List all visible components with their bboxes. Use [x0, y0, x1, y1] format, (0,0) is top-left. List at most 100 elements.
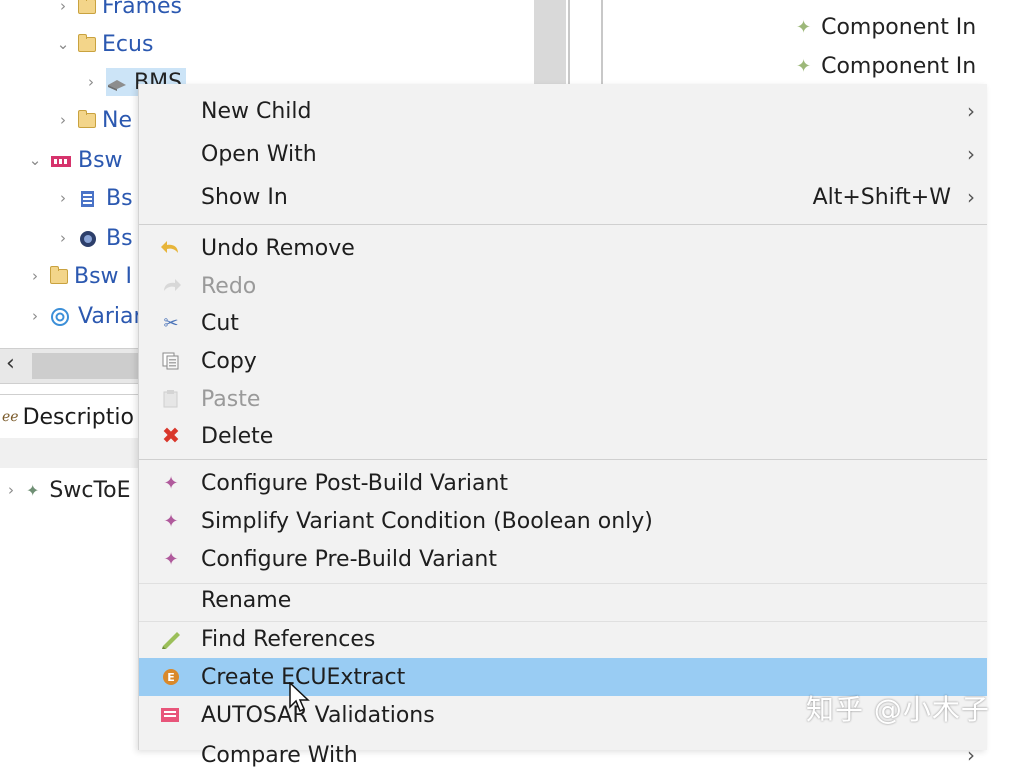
menu-item-undo-remove[interactable]: Undo Remove: [139, 229, 987, 267]
chevron-right-icon[interactable]: ›: [56, 111, 70, 129]
watermark: 知乎 @小木子: [806, 693, 990, 726]
tree-item-label: Bsw: [78, 147, 123, 173]
scrollbar-thumb[interactable]: [32, 353, 138, 379]
menu-item-label: Redo: [201, 273, 257, 299]
svg-text:E: E: [167, 671, 175, 684]
redo-icon: [159, 274, 183, 298]
menu-item-show-in[interactable]: Show In Alt+Shift+W ›: [139, 178, 987, 216]
menu-item-label: Configure Pre-Build Variant: [201, 546, 498, 572]
right-list-item-label: Component In: [821, 53, 977, 79]
variant-star-icon: ✦: [163, 472, 179, 494]
menu-item-new-child[interactable]: New Child ›: [139, 92, 987, 130]
chevron-right-icon[interactable]: ›: [56, 189, 70, 207]
menu-item-label: Delete: [201, 423, 274, 449]
menu-item-label: Find References: [201, 626, 376, 652]
right-list-item[interactable]: ✦ Component In: [796, 48, 976, 84]
menu-item-copy[interactable]: Copy: [139, 342, 987, 380]
chevron-right-icon: ›: [967, 743, 975, 767]
tree-item-label: Bsw I: [74, 263, 133, 289]
menu-item-label: Open With: [201, 141, 317, 167]
document-icon: [78, 189, 100, 207]
menu-item-label: Rename: [201, 587, 292, 613]
menu-item-label: Paste: [201, 386, 261, 412]
chevron-right-icon: ›: [967, 185, 975, 209]
tree-item-frames[interactable]: › Frames: [56, 0, 182, 24]
variant-star-icon: ✦: [163, 548, 179, 570]
variant-icon: [50, 307, 72, 326]
right-list-item[interactable]: ✦ Component In: [796, 9, 976, 45]
variant-star-icon: ✦: [163, 510, 179, 532]
menu-item-compare-with[interactable]: Compare With ›: [139, 736, 987, 774]
description-toolbar: [0, 438, 138, 468]
menu-item-delete[interactable]: ✖ Delete: [139, 417, 987, 455]
bsw-icon: [50, 151, 72, 169]
folder-icon: [78, 109, 96, 128]
chevron-right-icon[interactable]: ›: [84, 73, 98, 91]
scroll-left-icon[interactable]: ‹: [6, 351, 15, 376]
menu-item-configure-post-build-variant[interactable]: ✦ Configure Post-Build Variant: [139, 464, 987, 502]
menu-item-label: New Child: [201, 98, 312, 124]
menu-item-simplify-variant-condition[interactable]: ✦ Simplify Variant Condition (Boolean on…: [139, 502, 987, 540]
tree-item-bsw-module[interactable]: › Bs: [56, 180, 133, 216]
ecu-extract-icon: E: [159, 665, 183, 689]
menu-item-label: Undo Remove: [201, 235, 355, 261]
menu-item-redo[interactable]: Redo: [139, 267, 987, 305]
chevron-right-icon: ›: [967, 99, 975, 123]
menu-item-rename[interactable]: Rename: [139, 581, 987, 619]
right-list-item-label: Component In: [821, 14, 977, 40]
vertical-scrollbar[interactable]: [534, 0, 566, 84]
folder-icon: [78, 0, 96, 14]
tree-item-label: Frames: [102, 0, 183, 19]
chevron-right-icon[interactable]: ›: [28, 307, 42, 325]
tree-item-label: Bs: [106, 225, 133, 251]
tab-label: Descriptio: [22, 404, 134, 430]
menu-item-label: Copy: [201, 348, 257, 374]
menu-item-label: Cut: [201, 310, 239, 336]
menu-item-paste[interactable]: Paste: [139, 380, 987, 418]
mouse-cursor-icon: [289, 681, 311, 718]
chevron-right-icon[interactable]: ›: [56, 229, 70, 247]
tree-item-swc-to-ecu[interactable]: › ✦ SwcToE: [4, 472, 131, 508]
tree-item-network[interactable]: › Ne: [56, 102, 132, 138]
menu-item-label: Compare With: [201, 742, 358, 768]
menu-item-label: Configure Post-Build Variant: [201, 470, 509, 496]
chevron-right-icon[interactable]: ›: [4, 481, 18, 499]
tree-item-ecus[interactable]: ⌄ Ecus: [56, 26, 154, 62]
menu-item-open-with[interactable]: Open With ›: [139, 135, 987, 173]
context-menu: New Child › Open With › Show In Alt+Shif…: [138, 84, 987, 768]
menu-item-find-references[interactable]: Find References: [139, 620, 987, 658]
chevron-down-icon[interactable]: ⌄: [56, 35, 70, 53]
menu-item-configure-pre-build-variant[interactable]: ✦ Configure Pre-Build Variant: [139, 540, 987, 578]
menu-item-cut[interactable]: ✂ Cut: [139, 304, 987, 342]
tree-item-label: Ne: [102, 107, 132, 133]
panel-divider: [568, 0, 570, 84]
tree-item-label: Variar: [78, 303, 143, 329]
menu-item-label: Simplify Variant Condition (Boolean only…: [201, 508, 653, 534]
menu-separator: [139, 224, 987, 225]
delete-icon: ✖: [161, 423, 181, 449]
tab-description[interactable]: ℯℯ Descriptio: [0, 394, 138, 440]
component-icon: ✦: [796, 55, 812, 77]
menu-item-label: Show In: [201, 184, 288, 210]
folder-icon: [78, 33, 96, 52]
undo-icon: [159, 236, 183, 260]
scissors-icon: ✂: [163, 312, 179, 334]
tree-item-label: Bs: [106, 185, 133, 211]
folder-icon: [50, 265, 68, 284]
tree-item-bsw[interactable]: ⌄ Bsw: [28, 142, 123, 178]
chevron-right-icon[interactable]: ›: [56, 0, 70, 15]
disc-icon: [78, 229, 100, 247]
tree-item-label: SwcToE: [49, 477, 131, 503]
menu-separator: [139, 459, 987, 460]
validation-icon: [159, 703, 183, 727]
chevron-right-icon[interactable]: ›: [28, 267, 42, 285]
tree-item-bsw-folder[interactable]: › Bsw I: [28, 258, 132, 294]
description-icon: ℯℯ: [2, 409, 19, 425]
menu-item-label: AUTOSAR Validations: [201, 702, 435, 728]
chevron-down-icon[interactable]: ⌄: [28, 151, 42, 169]
component-icon: ✦: [26, 480, 40, 500]
tree-item-bsw-d[interactable]: › Bs: [56, 220, 133, 256]
panel-divider: [601, 0, 603, 84]
horizontal-scrollbar[interactable]: ‹: [0, 348, 138, 384]
tree-item-variant[interactable]: › Variar: [28, 298, 143, 334]
